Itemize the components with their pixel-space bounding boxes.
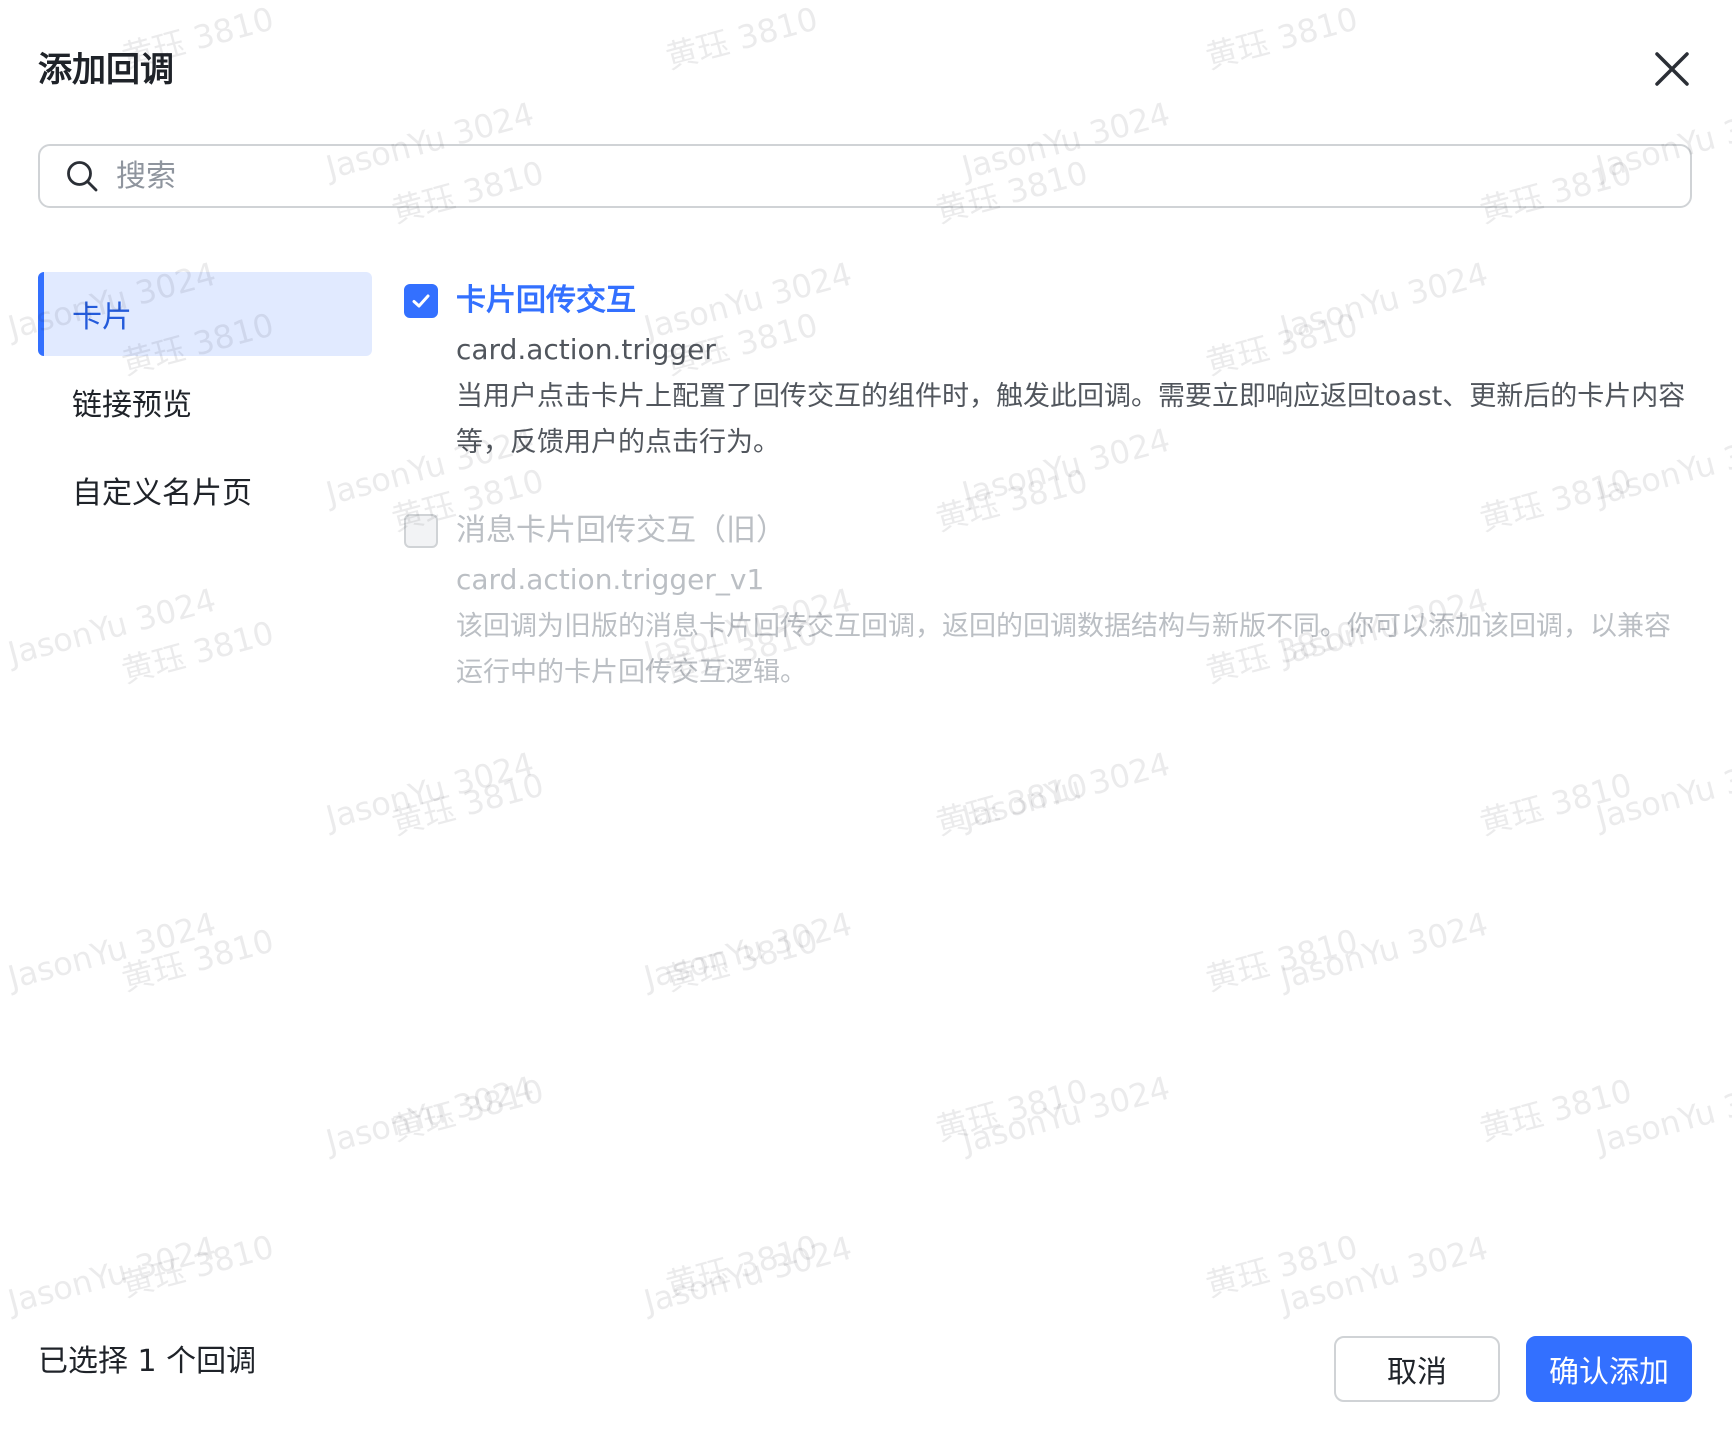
watermark-text: JasonYu 3024 — [1592, 1068, 1732, 1161]
callback-event-key: card.action.trigger_v1 — [456, 563, 765, 596]
watermark-text: 黄珏 3810 — [117, 921, 278, 999]
watermark-text: JasonYu 3024 — [958, 744, 1174, 837]
callback-title: 消息卡片回传交互（旧） — [456, 513, 786, 548]
watermark-text: 黄珏 3810 — [931, 1071, 1092, 1149]
watermark-text: 黄珏 3810 — [661, 0, 822, 77]
callback-option-card-action-v1: 消息卡片回传交互（旧） card.action.trigger_v1 该回调为旧… — [404, 506, 1694, 696]
category-sidebar: 卡片 链接预览 自定义名片页 — [38, 272, 372, 536]
search-input[interactable] — [114, 157, 1618, 195]
selection-count: 已选择 1 个回调 — [38, 1344, 257, 1379]
dialog-title: 添加回调 — [38, 50, 174, 90]
watermark-text: 黄珏 3810 — [387, 1071, 548, 1149]
callback-list: 卡片回传交互 card.action.trigger 当用户点击卡片上配置了回传… — [404, 276, 1694, 736]
checkbox-unchecked-disabled — [404, 514, 438, 548]
callback-description: 当用户点击卡片上配置了回传交互的组件时，触发此回调。需要立即响应返回toast、… — [456, 381, 1686, 458]
callback-title: 卡片回传交互 — [456, 283, 636, 318]
add-callback-dialog: 添加回调 卡片 链接预览 自定义名片页 — [0, 0, 1732, 1444]
watermark-text: 黄珏 3810 — [1201, 921, 1362, 999]
watermark-text: 黄珏 3810 — [1201, 1227, 1362, 1305]
sidebar-item-link-preview[interactable]: 链接预览 — [38, 360, 372, 444]
sidebar-item-label: 链接预览 — [72, 388, 192, 423]
callback-event-key: card.action.trigger — [456, 333, 716, 366]
watermark-text: JasonYu 3024 — [1592, 744, 1732, 837]
watermark-text: JasonYu 3024 — [1276, 904, 1492, 997]
close-button[interactable] — [1647, 44, 1697, 94]
sidebar-item-label: 卡片 — [72, 300, 132, 335]
callback-description: 该回调为旧版的消息卡片回传交互回调，返回的回调数据结构与新版不同。你可以添加该回… — [456, 611, 1671, 688]
checkbox-checked[interactable] — [404, 284, 438, 318]
watermark-text: 黄珏 3810 — [117, 1227, 278, 1305]
watermark-text: 黄珏 3810 — [387, 765, 548, 843]
watermark-text: JasonYu 3024 — [4, 580, 220, 673]
sidebar-item-label: 自定义名片页 — [72, 476, 252, 511]
watermark-text: JasonYu 3024 — [322, 744, 538, 837]
watermark-text: JasonYu 3024 — [1276, 1228, 1492, 1321]
confirm-add-button[interactable]: 确认添加 — [1526, 1336, 1692, 1402]
check-icon — [412, 294, 430, 308]
sidebar-item-card[interactable]: 卡片 — [38, 272, 372, 356]
close-icon — [1655, 52, 1689, 86]
watermark-text: JasonYu 3024 — [322, 1068, 538, 1161]
watermark-text: JasonYu 3024 — [4, 904, 220, 997]
search-icon — [62, 156, 102, 196]
watermark-text: 黄珏 3810 — [1475, 765, 1636, 843]
watermark-text: JasonYu 3024 — [640, 904, 856, 997]
watermark-text: 黄珏 3810 — [931, 765, 1092, 843]
watermark-text: JasonYu 3024 — [958, 1068, 1174, 1161]
watermark-text: JasonYu 3024 — [4, 1228, 220, 1321]
callback-option-card-action[interactable]: 卡片回传交互 card.action.trigger 当用户点击卡片上配置了回传… — [404, 276, 1694, 466]
watermark-text: 黄珏 3810 — [1201, 0, 1362, 77]
sidebar-item-custom-profile[interactable]: 自定义名片页 — [38, 448, 372, 532]
cancel-button[interactable]: 取消 — [1334, 1336, 1500, 1402]
watermark-text: 黄珏 3810 — [661, 921, 822, 999]
watermark-text: 黄珏 3810 — [117, 613, 278, 691]
search-box — [38, 144, 1692, 208]
watermark-text: JasonYu 3024 — [640, 1228, 856, 1321]
watermark-text: 黄珏 3810 — [1475, 1071, 1636, 1149]
watermark-text: 黄珏 3810 — [661, 1227, 822, 1305]
